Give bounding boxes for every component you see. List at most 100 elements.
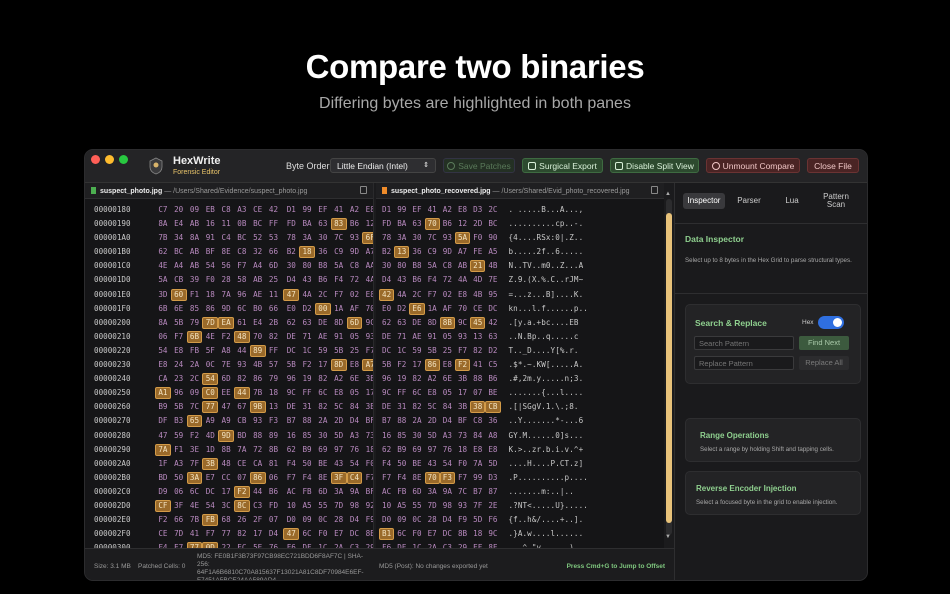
byte-cell[interactable]: 6D [266, 259, 282, 273]
byte-cell[interactable]: 13 [470, 330, 485, 344]
byte-cell[interactable]: 96 [283, 372, 299, 386]
byte-cell[interactable]: D1 [379, 203, 394, 217]
byte-cell[interactable]: 54 [202, 499, 218, 513]
byte-cell[interactable]: F7 [202, 527, 218, 541]
byte-cell[interactable]: F7 [283, 471, 299, 485]
byte-cell[interactable]: EF [315, 203, 331, 217]
byte-cell[interactable]: FF [299, 386, 315, 400]
byte-cell[interactable]: F1 [171, 443, 187, 457]
byte-cell[interactable]: 44 [250, 485, 266, 499]
byte-cell[interactable]: 80 [394, 259, 409, 273]
ascii-column[interactable]: .P..........p.... [509, 471, 588, 485]
byte-cell[interactable]: 0C [202, 358, 218, 372]
byte-cell[interactable]: 59 [171, 429, 187, 443]
byte-cell[interactable]: 42 [485, 316, 500, 330]
byte-cell[interactable]: E4 [171, 217, 187, 231]
byte-cell[interactable]: 5E [250, 541, 266, 548]
byte-cell[interactable]: 10 [379, 499, 394, 513]
byte-cell[interactable]: 62 [283, 443, 299, 457]
byte-cell[interactable]: 88 [250, 429, 266, 443]
byte-cell[interactable]: 06 [266, 471, 282, 485]
byte-cell[interactable]: DC [440, 527, 455, 541]
byte-cell[interactable]: FF [266, 344, 282, 358]
byte-cell[interactable]: 29 [362, 541, 373, 548]
ascii-column[interactable]: .......m:..|.. [509, 485, 574, 499]
byte-cell[interactable]: 82 [315, 372, 331, 386]
byte-cell[interactable]: 1A [425, 302, 440, 316]
byte-cell[interactable]: AE [409, 330, 424, 344]
byte-cell[interactable]: AB [187, 217, 203, 231]
byte-cell[interactable]: FF [394, 386, 409, 400]
byte-cell[interactable]: F7 [455, 344, 470, 358]
byte-cell[interactable]: 93 [440, 231, 455, 245]
byte-cell[interactable]: F6 [485, 513, 500, 527]
byte-cell[interactable]: 24 [171, 358, 187, 372]
byte-cell[interactable]: 9C [379, 386, 394, 400]
byte-cell[interactable]: 54 [347, 457, 363, 471]
byte-cell[interactable]: F7 [362, 471, 373, 485]
byte-cell[interactable]: 86 [202, 302, 218, 316]
byte-cell[interactable]: D3 [470, 203, 485, 217]
byte-cell[interactable]: 23 [171, 372, 187, 386]
byte-cell[interactable]: 8E [218, 245, 234, 259]
left-hex-pane[interactable]: suspect_photo.jpg — /Users/Shared/Eviden… [85, 183, 374, 548]
byte-cell[interactable]: 6C [234, 302, 250, 316]
byte-cell[interactable]: 91 [202, 231, 218, 245]
byte-cell[interactable]: 63 [315, 217, 331, 231]
byte-cell[interactable]: 50 [171, 471, 187, 485]
byte-cell[interactable]: B9 [299, 443, 315, 457]
byte-cell[interactable]: E8 [362, 203, 373, 217]
byte-cell[interactable]: DC [379, 344, 394, 358]
byte-cell[interactable]: 7A [218, 288, 234, 302]
byte-cell[interactable]: 91 [425, 330, 440, 344]
byte-cell[interactable]: 10 [283, 499, 299, 513]
byte-cell[interactable]: 8D [425, 316, 440, 330]
byte-cell[interactable]: 8E [315, 471, 331, 485]
byte-cell[interactable]: A8 [485, 429, 500, 443]
diff-byte-cell[interactable]: A1 [155, 387, 171, 400]
byte-cell[interactable]: 89 [266, 429, 282, 443]
diff-byte-cell[interactable]: 60 [170, 288, 187, 301]
byte-cell[interactable]: DC [283, 344, 299, 358]
byte-cell[interactable]: C8 [218, 203, 234, 217]
byte-cell[interactable]: 4A [362, 273, 373, 287]
byte-cell[interactable]: 63 [394, 316, 409, 330]
byte-cell[interactable]: DE [283, 330, 299, 344]
byte-cell[interactable]: B6 [485, 372, 500, 386]
byte-cell[interactable]: 12 [455, 217, 470, 231]
byte-cell[interactable]: 98 [347, 499, 363, 513]
byte-cell[interactable]: E8 [440, 358, 455, 372]
byte-cell[interactable]: A3 [234, 203, 250, 217]
byte-cell[interactable]: 1C [394, 344, 409, 358]
byte-cell[interactable]: 97 [331, 443, 347, 457]
byte-cell[interactable]: F0 [455, 457, 470, 471]
byte-cell[interactable]: 2B [266, 316, 282, 330]
byte-cell[interactable]: D0 [283, 513, 299, 527]
byte-cell[interactable]: 4A [299, 288, 315, 302]
byte-cell[interactable]: 6D [218, 372, 234, 386]
vertical-scrollbar[interactable]: ▲ ▼ [665, 191, 673, 543]
byte-cell[interactable]: CA [250, 457, 266, 471]
ascii-column[interactable]: kn...l.f......p.. [509, 302, 588, 316]
byte-cell[interactable]: A5 [394, 499, 409, 513]
diff-byte-cell[interactable]: 83 [330, 218, 347, 231]
byte-cell[interactable]: C8 [234, 245, 250, 259]
byte-cell[interactable]: 84 [440, 400, 455, 414]
ascii-column[interactable]: T.._D....Y[%.r. [509, 344, 579, 358]
byte-cell[interactable]: 4A [394, 288, 409, 302]
byte-cell[interactable]: 63 [299, 316, 315, 330]
byte-cell[interactable]: 82 [409, 372, 424, 386]
byte-cell[interactable]: 93 [250, 414, 266, 428]
byte-cell[interactable]: 05 [347, 386, 363, 400]
ascii-column[interactable]: ..........cp..-. [509, 217, 584, 231]
byte-cell[interactable]: BE [315, 457, 331, 471]
byte-cell[interactable]: 2D [470, 217, 485, 231]
byte-cell[interactable]: 41 [187, 527, 203, 541]
byte-cell[interactable]: 18 [455, 443, 470, 457]
byte-cell[interactable]: DE [379, 400, 394, 414]
byte-cell[interactable]: F0 [470, 231, 485, 245]
byte-cell[interactable]: AC [379, 485, 394, 499]
ascii-column[interactable]: .#,2m.y.....n;3. [509, 372, 584, 386]
byte-cell[interactable]: 09 [187, 386, 203, 400]
minimize-window-button[interactable] [105, 155, 114, 164]
